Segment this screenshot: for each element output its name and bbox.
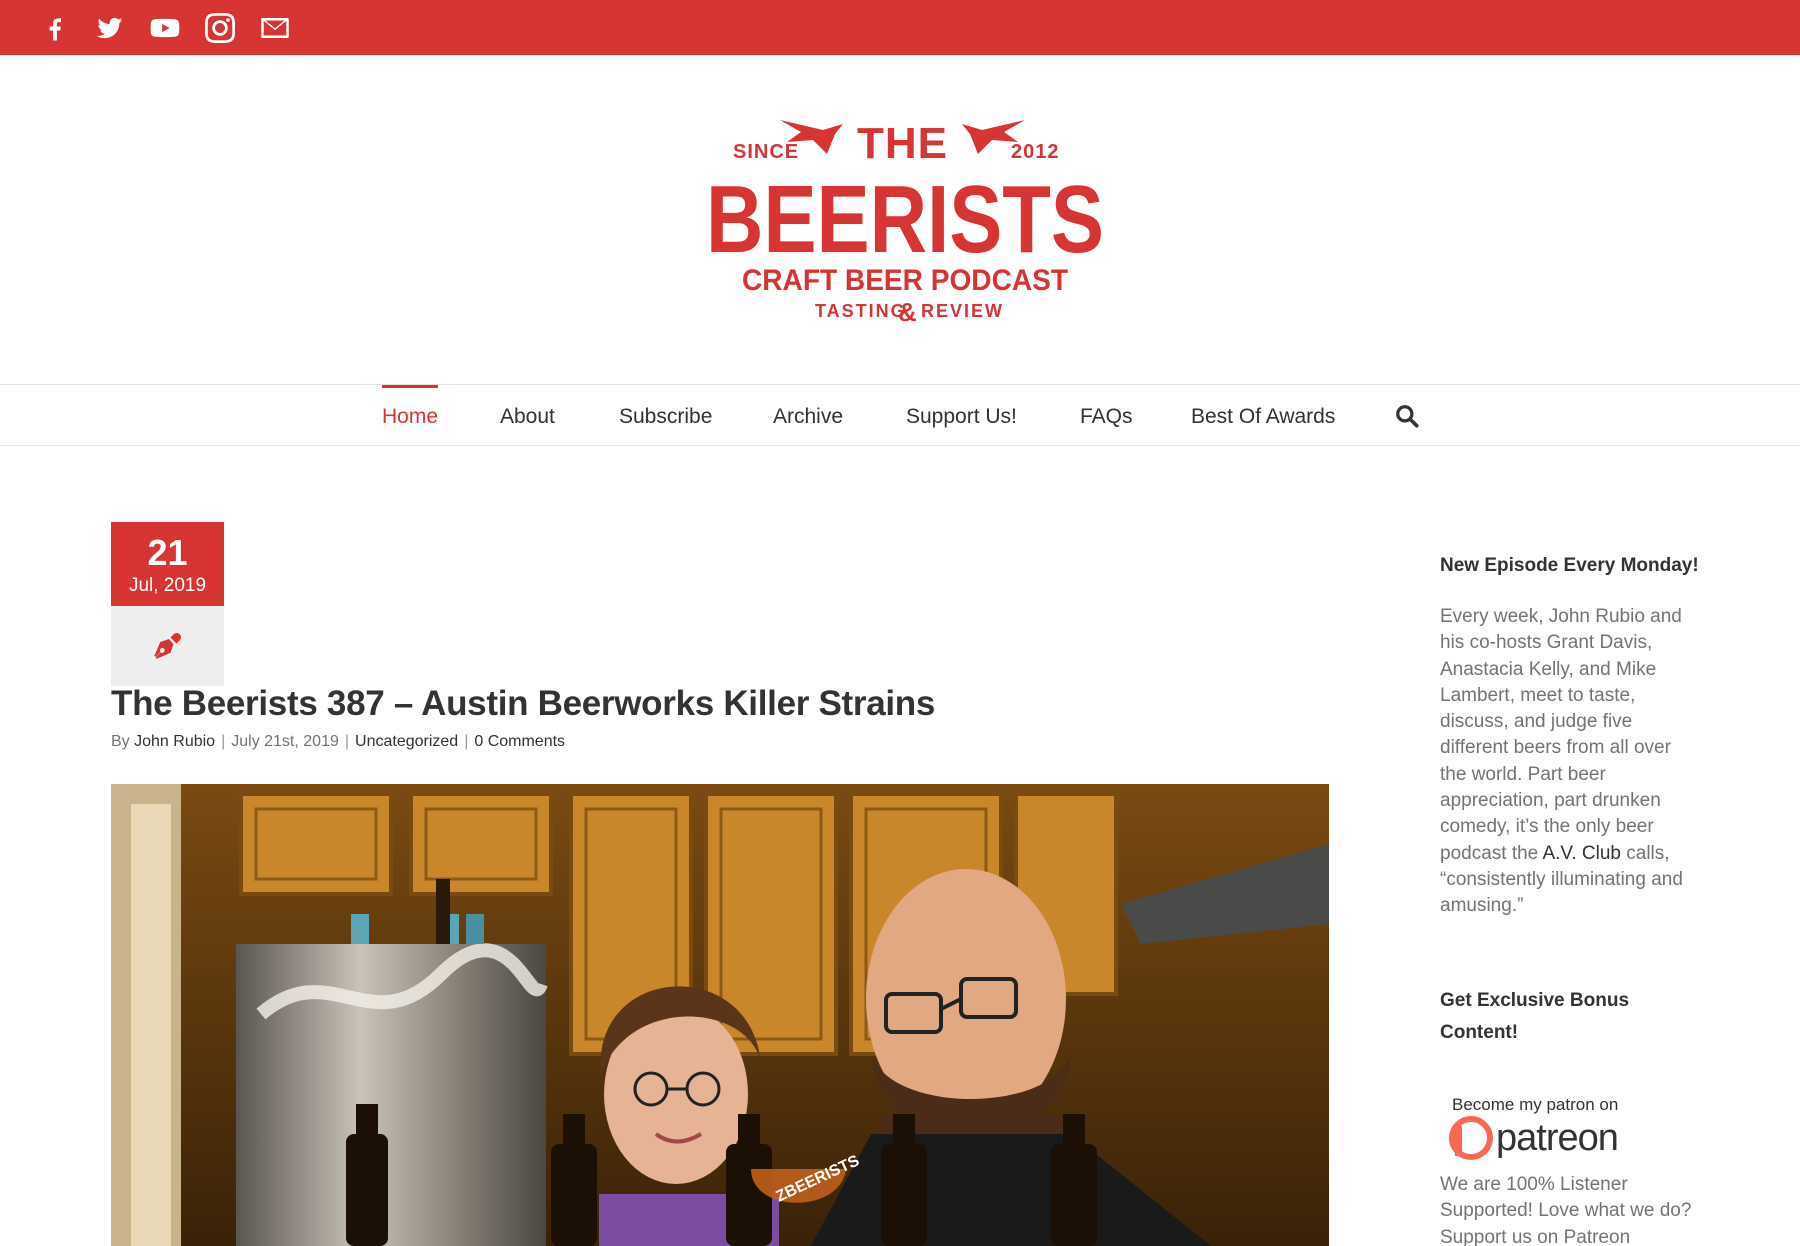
post-title[interactable]: The Beerists 387 – Austin Beerworks Kill… <box>111 684 935 724</box>
nav-item-best-of-awards[interactable]: Best Of Awards <box>1191 385 1335 446</box>
email-icon[interactable] <box>258 11 292 45</box>
svg-text:2012: 2012 <box>1011 141 1060 163</box>
instagram-icon[interactable] <box>203 11 237 45</box>
nav-item-home[interactable]: Home <box>382 385 439 446</box>
post-date-month: Jul, 2019 <box>128 575 207 596</box>
widget-title-new-episode: New Episode Every Monday! <box>1440 555 1699 576</box>
av-club-link[interactable]: A.V. Club <box>1542 843 1621 864</box>
widget-title-bonus: Get Exclusive Bonus Content! <box>1440 989 1630 1043</box>
svg-text:THE: THE <box>857 119 948 168</box>
patreon-caption: We are 100% Listener Supported! Love wha… <box>1440 1174 1692 1246</box>
nav-item-about[interactable]: About <box>500 385 555 446</box>
youtube-icon[interactable] <box>148 11 182 45</box>
facebook-icon[interactable] <box>38 11 72 45</box>
sidebar: New Episode Every Monday! Every week, Jo… <box>1440 550 1700 1049</box>
svg-text:BEERISTS: BEERISTS <box>706 166 1104 273</box>
pen-icon <box>154 633 181 659</box>
svg-text:REVIEW: REVIEW <box>921 301 1004 321</box>
nav-item-faqs[interactable]: FAQs <box>1080 385 1133 446</box>
site-logo[interactable]: SINCE THE 2012 BEERISTS CRAFT BEER PODCA… <box>695 112 1115 334</box>
svg-text:CRAFT BEER PODCAST: CRAFT BEER PODCAST <box>742 264 1068 297</box>
nav-item-subscribe[interactable]: Subscribe <box>619 385 712 446</box>
meta-category-link[interactable]: Uncategorized <box>355 733 458 750</box>
featured-image[interactable]: ZBEERISTS <box>111 784 1329 1246</box>
post-date-day: 21 <box>147 532 188 573</box>
top-social-bar <box>0 0 1800 55</box>
search-icon[interactable] <box>1394 403 1420 429</box>
svg-text:Become my patron on: Become my patron on <box>1452 1095 1618 1114</box>
post-format-badge <box>111 606 224 686</box>
patreon-button[interactable]: Become my patron on patreon <box>1448 1092 1643 1160</box>
meta-date: July 21st, 2019 <box>231 733 339 750</box>
meta-comments-link[interactable]: 0 Comments <box>474 733 565 750</box>
nav-item-archive[interactable]: Archive <box>773 385 843 446</box>
patreon-icon <box>1449 1116 1493 1160</box>
widget-text-about: Every week, John Rubio and his co-hosts … <box>1440 604 1700 920</box>
post-meta: By John Rubio | July 21st, 2019 | Uncategori… <box>111 733 566 750</box>
twitter-icon[interactable] <box>93 11 127 45</box>
nav-item-support[interactable]: Support Us! <box>906 385 1017 446</box>
svg-text:SINCE: SINCE <box>733 141 799 163</box>
svg-text:TASTING: TASTING <box>815 301 907 321</box>
about-text-part1: Every week, John Rubio and his co-hosts … <box>1440 606 1682 864</box>
post-date-badge: 21 Jul, 2019 <box>111 522 224 606</box>
social-links <box>38 0 313 55</box>
meta-by: By <box>111 733 130 750</box>
main-nav: Home About Subscribe Archive Support Us!… <box>0 384 1800 446</box>
svg-text:patreon: patreon <box>1496 1117 1618 1159</box>
meta-author-link[interactable]: John Rubio <box>134 733 215 750</box>
svg-text:&: & <box>898 297 917 327</box>
